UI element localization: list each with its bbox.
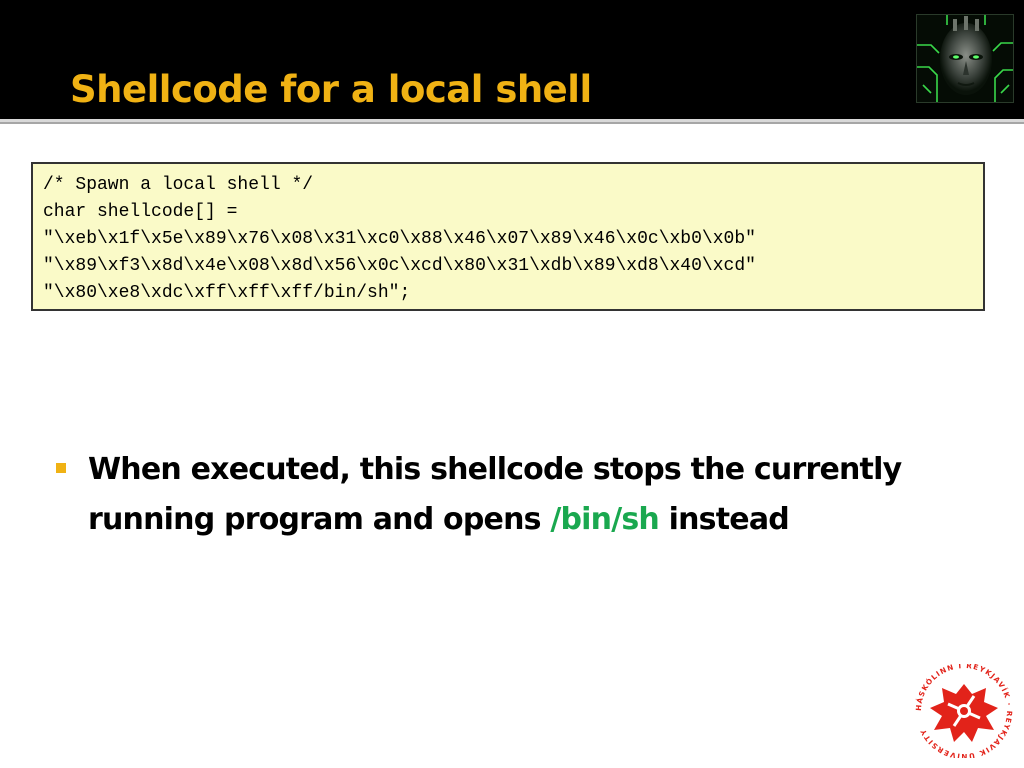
code-block: /* Spawn a local shell */ char shellcode… — [31, 162, 985, 311]
bullet-text: When executed, this shellcode stops the … — [88, 445, 968, 545]
cyber-face-image — [916, 14, 1014, 103]
bin-sh-highlight: /bin/sh — [550, 502, 659, 537]
code-line: char shellcode[] = — [43, 202, 238, 222]
title-divider-shadow — [0, 122, 1024, 124]
code-line: "\x89\xf3\x8d\x4e\x08\x8d\x56\x0c\xcd\x8… — [43, 256, 756, 276]
code-line: /* Spawn a local shell */ — [43, 175, 314, 195]
bullet-text-end: instead — [659, 502, 790, 537]
slide-title: Shellcode for a local shell — [70, 68, 592, 111]
slide: Shellcode for a local shell /* Spawn a l… — [0, 0, 1024, 768]
code-line: "\xeb\x1f\x5e\x89\x76\x08\x31\xc0\x88\x4… — [43, 229, 756, 249]
code-line: "\x80\xe8\xdc\xff\xff\xff/bin/sh"; — [43, 283, 411, 303]
reykjavik-university-logo: HÁSKÓLINN Í REYKJAVÍK · REYKJAVIK UNIVER… — [914, 661, 1014, 761]
square-bullet-icon — [56, 463, 66, 473]
